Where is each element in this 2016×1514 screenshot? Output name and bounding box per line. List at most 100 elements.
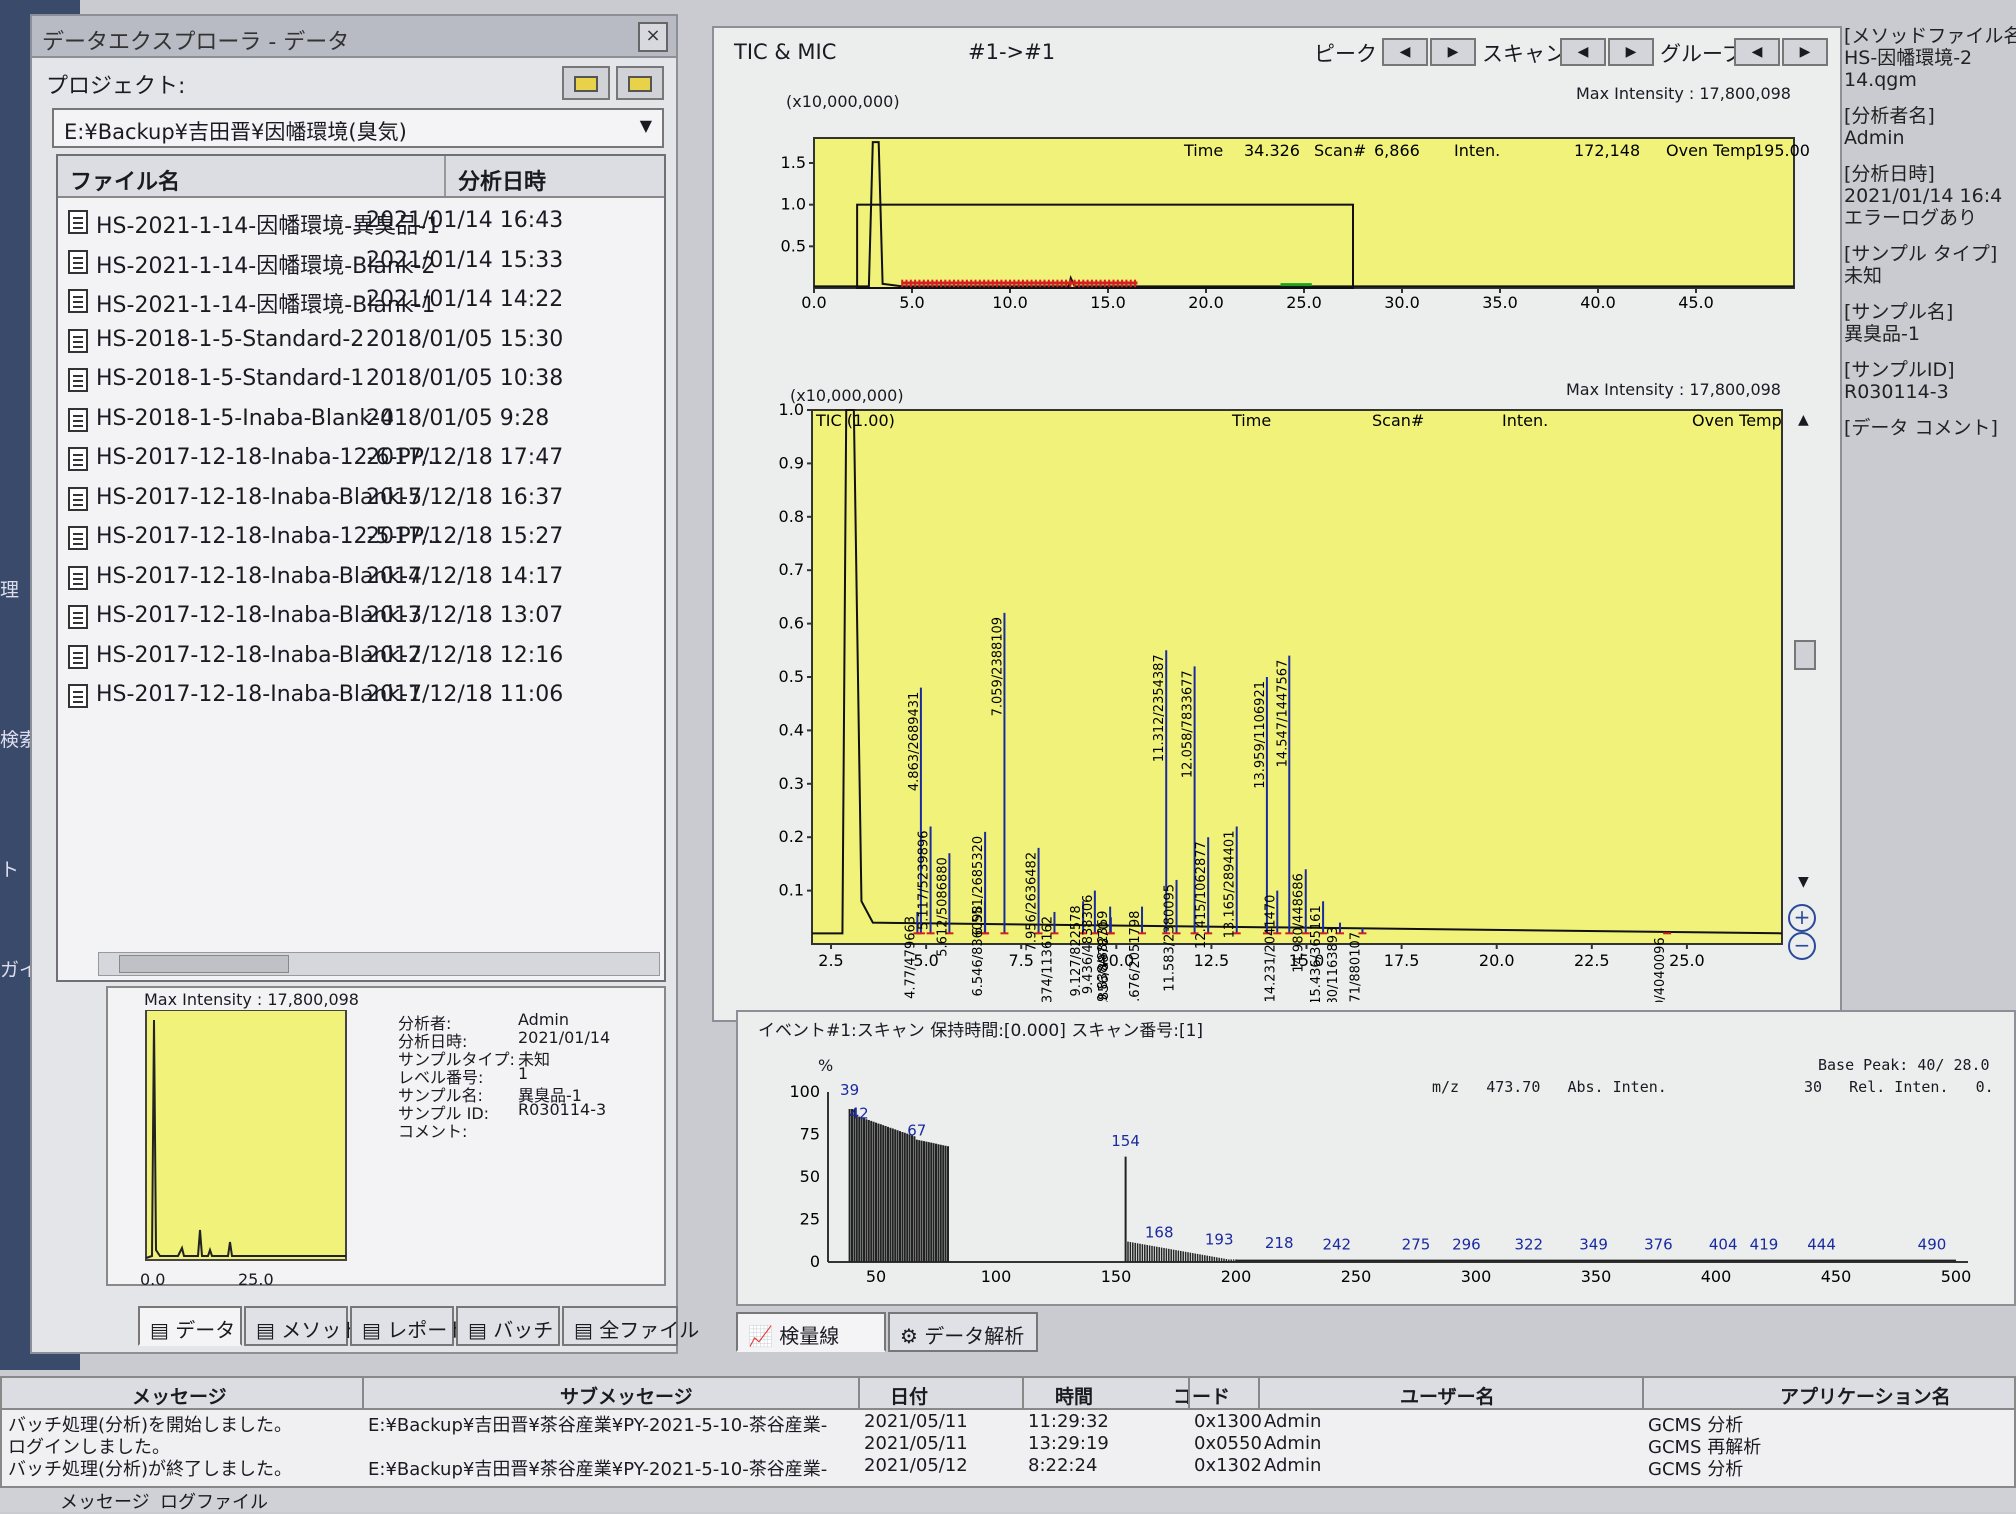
tab-report[interactable]: ▤ レポート [350,1306,467,1346]
scan-next-button[interactable]: ▶ [1608,38,1654,66]
peak-next-button[interactable]: ▶ [1430,38,1476,66]
tab-calibration[interactable]: 📈 検量線 [736,1312,886,1352]
group-prev-button[interactable]: ◀ [1734,38,1780,66]
spectrum-peak-label: 490 [1918,1236,1947,1254]
file-row[interactable]: HS-2017-12-18-Inaba-Blank-4 2017/12/18 14… [58,558,664,598]
data-file-icon [68,328,88,353]
overview-readout: Scan# [1314,141,1366,160]
log-cell: 0x0550 [1194,1433,1262,1454]
data-file-icon [68,486,88,511]
strip-item-1[interactable]: 理 [0,580,19,600]
file-row[interactable]: HS-2017-12-18-Inaba-Blank-5 2017/12/18 16… [58,479,664,519]
peak-label: 14.980/448686 [1292,873,1307,973]
file-date: 2017/12/18 16:37 [366,484,564,510]
scan-prev-button[interactable]: ◀ [1560,38,1606,66]
tab-batch[interactable]: ▤ バッチ [456,1306,560,1346]
file-list[interactable]: ファイル名 分析日時 HS-2021-1-14-因幡環境-異臭品-1 2021/0… [56,154,666,982]
file-row[interactable]: HS-2017-12-18-Inaba-12-6-PP... 2017/12/18… [58,439,664,479]
log-col-header[interactable]: 日付 [890,1382,928,1409]
tab-all-files[interactable]: ▤ 全ファイル [562,1306,699,1346]
main-x-tick: 7.5 [1008,951,1033,970]
peak-prev-button[interactable]: ◀ [1382,38,1428,66]
log-col-header[interactable]: ユーザー名 [1400,1382,1495,1409]
file-row[interactable]: HS-2018-1-5-Standard-2 2018/01/05 15:30 [58,321,664,361]
folder-icon [574,76,598,92]
file-row[interactable]: HS-2017-12-18-Inaba-Blank-3 2017/12/18 13… [58,597,664,637]
spectrum-peak-label: 39 [840,1081,859,1099]
file-row[interactable]: HS-2018-1-5-Standard-1 2018/01/05 10:38 [58,360,664,400]
log-tabs: メッセージ ログファイル [0,1488,2016,1514]
log-cell: 2021/05/12 [864,1455,968,1476]
spectrum-x-tick: 450 [1821,1267,1852,1286]
sample-info-item: Admin [1844,127,1905,149]
sample-info-item: [分析日時] [1844,163,1935,185]
log-row[interactable]: バッチ処理(分析)が終了しました。 E:¥Backup¥吉田晋¥茶谷産業¥PY-2… [2,1454,2014,1480]
spectrum-peak-label: 42 [850,1105,869,1123]
output-log: メッセージ サブメッセージ 日付 時間 コード ユーザー名 アプリケーション名 バッチ処理(… [0,1376,2016,1488]
preview-info-value: 2021/01/14 [518,1028,611,1047]
spectrum-y-tick: 50 [800,1167,820,1186]
file-row[interactable]: HS-2021-1-14-因幡環境-Blank-2 2021/01/14 15:3… [58,242,664,282]
tab-data[interactable]: ▤ データ [138,1306,242,1346]
sample-info-item: [サンプル名] [1844,301,1954,323]
zoom-out-icon[interactable]: − [1788,932,1816,960]
peak-label: 11.312/2354387 [1152,654,1167,762]
col-date[interactable]: 分析日時 [458,164,546,196]
open-folder-button[interactable] [616,66,664,100]
project-path: E:¥Backup¥吉田晋¥因幡環境(臭気) [64,120,407,144]
peak-label: 15.436/365161 [1309,905,1324,1002]
tab-method[interactable]: ▤ メソッド [244,1306,361,1346]
file-date: 2021/01/14 15:33 [366,247,564,273]
file-row[interactable]: HS-2021-1-14-因幡環境-異臭品-1 2021/01/14 16:43 [58,202,664,242]
new-folder-button[interactable] [562,66,610,100]
data-file-icon [68,565,88,590]
log-row[interactable]: バッチ処理(分析)を開始しました。 E:¥Backup¥吉田晋¥茶谷産業¥PY-2… [2,1410,2014,1436]
data-file-icon [68,644,88,669]
spectrum-y-tick: 0 [810,1252,820,1271]
overview-plot-area [813,137,1795,289]
group-next-button[interactable]: ▶ [1782,38,1828,66]
zoom-in-icon[interactable]: + [1788,904,1816,932]
scroll-thumb[interactable] [119,955,289,973]
file-date: 2017/12/18 14:17 [366,563,564,589]
preview-info-value: R030114-3 [518,1100,607,1119]
file-row[interactable]: HS-2017-12-18-Inaba-Blank-2 2017/12/18 12… [58,637,664,677]
preview-info-value: Admin [518,1010,569,1029]
explorer-tabs: ▤ データ ▤ メソッド ▤ レポート ▤ バッチ ▤ 全ファイル [138,1306,699,1346]
log-col-header[interactable]: アプリケーション名 [1780,1382,1951,1409]
peak-label: 14.231/2041470 [1263,895,1278,1002]
log-col-header[interactable]: コード [1173,1382,1230,1409]
log-col-header[interactable]: サブメッセージ [560,1382,693,1409]
scroll-up-icon[interactable]: ▲ [1798,412,1809,428]
log-col-header[interactable]: メッセージ [132,1382,227,1409]
tab-message[interactable]: メッセージ [60,1488,150,1514]
tab-data-analysis[interactable]: ⚙ データ解析 [888,1312,1038,1352]
tab-log-file[interactable]: ログファイル [160,1488,268,1514]
file-row[interactable]: HS-2021-1-14-因幡環境-Blank-1 2021/01/14 14:2… [58,281,664,321]
sample-info-item: HS-因幡環境-2 [1844,47,1973,69]
overview-y-tick: 0.5 [781,236,806,255]
mass-spectrum[interactable]: 100755025050 100 150 200 250 300 350 400 450 5003… [778,1052,1998,1312]
file-row[interactable]: HS-2017-12-18-Inaba-12-5-PP... 2017/12/18… [58,518,664,558]
data-explorer-panel: データエクスプローラ - データ × プロジェクト: E:¥Backup¥吉田晋… [30,14,699,1354]
file-row[interactable]: HS-2018-1-5-Inaba-Blank-4 2018/01/05 9:28 [58,400,664,440]
strip-item-3[interactable]: ト [0,860,19,880]
log-row[interactable]: ログインしました。 2021/05/11 13:29:19 0x0550 Admin GC… [2,1432,2014,1458]
close-icon[interactable]: × [638,22,668,52]
vertical-scroll-thumb[interactable] [1794,640,1816,670]
file-row[interactable]: HS-2017-12-18-Inaba-Blank-1 2017/12/18 11… [58,676,664,716]
spectrum-peak-label: 419 [1750,1236,1779,1254]
file-date: 2017/12/18 12:16 [366,642,564,668]
spectrum-peak-label: 242 [1322,1236,1351,1254]
data-file-icon [68,289,88,313]
main-chromatogram[interactable]: 1.00.90.80.70.60.50.40.30.20.12.5 5.0 7.5 1… [740,402,1820,1002]
sample-info-item: 未知 [1844,265,1883,287]
horizontal-scrollbar[interactable] [98,952,660,976]
col-filename[interactable]: ファイル名 [70,164,180,196]
scroll-down-icon[interactable]: ▼ [1798,874,1809,890]
overview-chromatogram[interactable]: 1.5 1.0 0.5 0.0 5.0 10.0 15.0 20.0 25.0 30.0 35.0 4… [740,108,1820,312]
log-col-header[interactable]: 時間 [1055,1382,1093,1409]
explorer-title: データエクスプローラ - データ [42,30,350,55]
peak-label: 14.547/1447567 [1275,660,1290,768]
project-select[interactable]: E:¥Backup¥吉田晋¥因幡環境(臭気) ▼ [52,108,664,148]
